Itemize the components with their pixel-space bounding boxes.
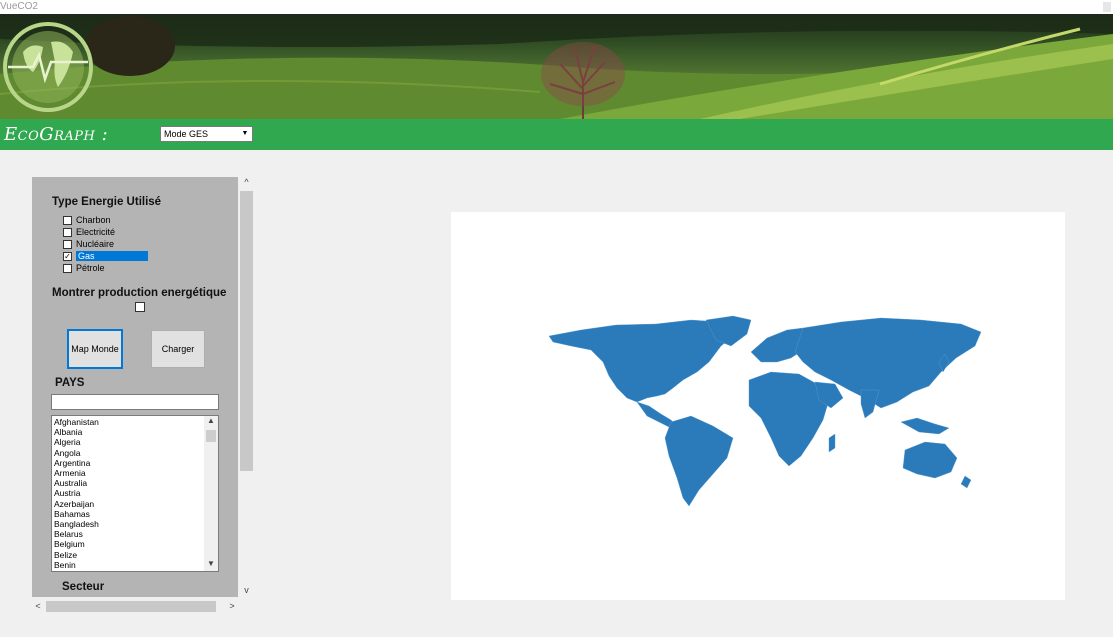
list-item[interactable]: Belgium: [54, 539, 99, 549]
chevron-down-icon[interactable]: ▼: [240, 127, 250, 141]
app-brand: EcoGraph :: [4, 124, 109, 145]
checkbox[interactable]: [63, 215, 72, 225]
list-item[interactable]: Angola: [54, 448, 99, 458]
checkbox[interactable]: [63, 263, 72, 273]
mode-select-value: Mode GES: [164, 129, 209, 139]
country-search-input[interactable]: [51, 394, 219, 410]
production-toggle-label: Montrer production energétique: [52, 287, 227, 299]
scroll-thumb[interactable]: [206, 430, 216, 442]
map-australia: [902, 441, 958, 479]
list-item[interactable]: Afghanistan: [54, 417, 99, 427]
map-new-zealand: [960, 475, 972, 489]
list-item[interactable]: Bangladesh: [54, 519, 99, 529]
list-item[interactable]: Azerbaijan: [54, 499, 99, 509]
map-indonesia: [900, 417, 950, 435]
world-map[interactable]: [451, 212, 1065, 600]
list-item[interactable]: Algeria: [54, 437, 99, 447]
energy-type-title: Type Energie Utilisé: [52, 196, 162, 208]
banner-landscape-image: [0, 14, 1113, 119]
pays-title: PAYS: [55, 377, 85, 389]
scroll-thumb[interactable]: [240, 191, 253, 471]
mode-select[interactable]: Mode GES ▼: [160, 126, 253, 142]
control-panel: Type Energie Utilisé Charbon Electricité…: [32, 177, 238, 597]
window-title-bar: VueCO2: [0, 0, 1113, 14]
list-item[interactable]: Austria: [54, 488, 99, 498]
list-item[interactable]: Benin: [54, 560, 99, 570]
list-item[interactable]: Armenia: [54, 468, 99, 478]
world-map-panel[interactable]: [451, 212, 1065, 600]
list-item[interactable]: Albania: [54, 427, 99, 437]
chevron-left-icon[interactable]: <: [32, 599, 44, 613]
checkbox-checked[interactable]: ✓: [63, 251, 72, 261]
list-item[interactable]: Australia: [54, 478, 99, 488]
country-list[interactable]: Afghanistan Albania Algeria Angola Argentina…: [51, 415, 219, 572]
scroll-thumb[interactable]: [46, 601, 216, 612]
titlebar-control[interactable]: [1103, 2, 1111, 12]
chevron-up-icon[interactable]: ▲: [204, 416, 218, 428]
country-list-scrollbar[interactable]: ▲ ▼: [204, 416, 218, 571]
checkbox[interactable]: [63, 227, 72, 237]
header-banner: [0, 14, 1113, 119]
energy-option-gas[interactable]: ✓ Gas: [63, 250, 148, 262]
list-item[interactable]: Belarus: [54, 529, 99, 539]
globe-logo-icon: [3, 22, 93, 112]
energy-option-petrole[interactable]: Pétrole: [63, 262, 105, 274]
map-madagascar: [828, 433, 836, 453]
checkbox[interactable]: [63, 239, 72, 249]
secteur-title: Secteur: [62, 581, 105, 593]
map-monde-button[interactable]: Map Monde: [67, 329, 123, 369]
map-north-america: [548, 319, 737, 403]
chevron-up-icon[interactable]: ^: [240, 177, 253, 189]
energy-option-electricite[interactable]: Electricité: [63, 226, 115, 238]
chevron-right-icon[interactable]: >: [226, 599, 238, 613]
panel-horizontal-scrollbar[interactable]: < >: [32, 599, 238, 613]
list-item[interactable]: Bahamas: [54, 509, 99, 519]
energy-option-nucleaire[interactable]: Nucléaire: [63, 238, 114, 250]
chevron-down-icon[interactable]: v: [240, 585, 253, 597]
chevron-down-icon[interactable]: ▼: [204, 559, 218, 571]
map-south-america: [664, 415, 734, 507]
production-checkbox[interactable]: [135, 302, 145, 312]
panel-vertical-scrollbar[interactable]: ^ v: [238, 177, 255, 597]
charger-button[interactable]: Charger: [151, 330, 205, 368]
list-item[interactable]: Belize: [54, 550, 99, 560]
list-item[interactable]: Argentina: [54, 458, 99, 468]
energy-option-charbon[interactable]: Charbon: [63, 214, 111, 226]
window-title: VueCO2: [0, 1, 38, 12]
country-list-items: Afghanistan Albania Algeria Angola Argentina…: [54, 417, 99, 570]
